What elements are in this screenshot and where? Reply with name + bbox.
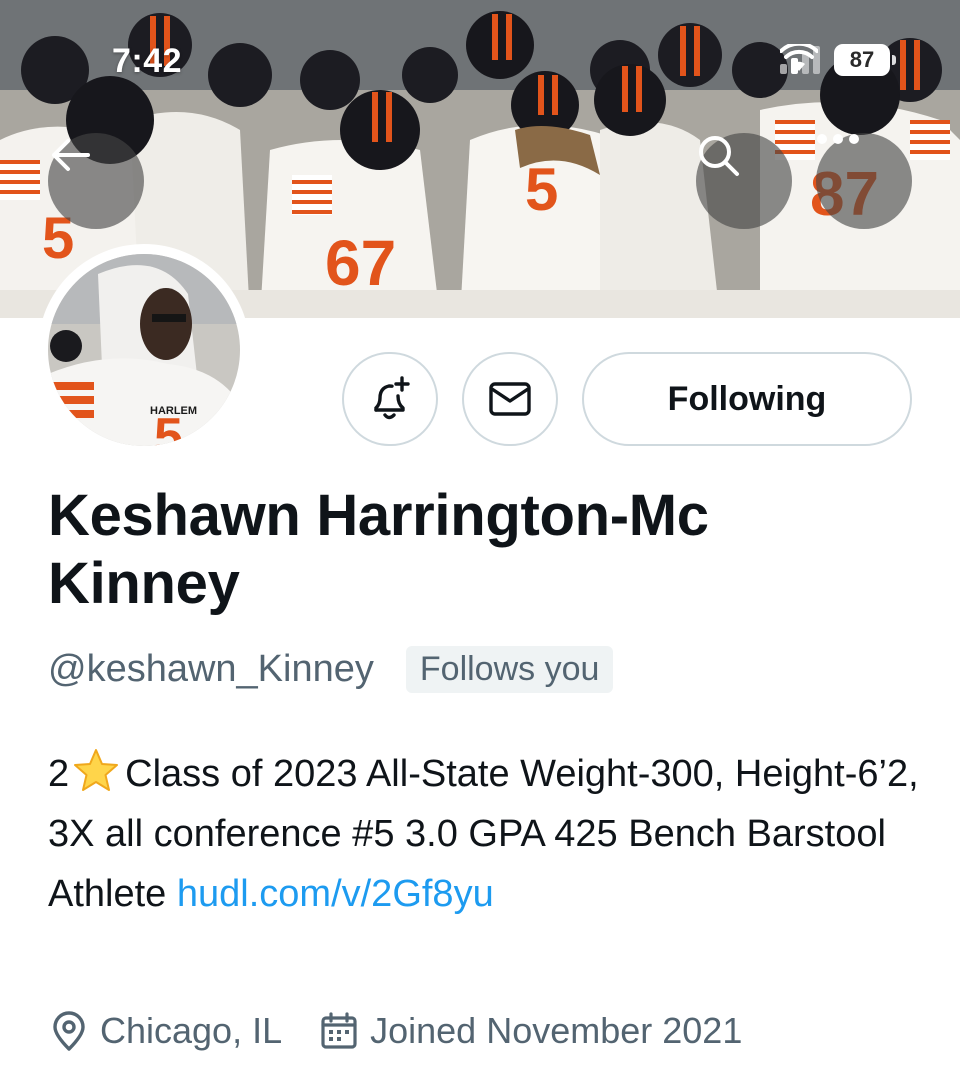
- location-item: Chicago, IL: [50, 1010, 282, 1052]
- svg-text:5: 5: [525, 156, 558, 223]
- message-button[interactable]: [462, 352, 558, 446]
- user-handle: @keshawn_Kinney: [48, 648, 374, 690]
- back-button[interactable]: [48, 133, 144, 229]
- display-name: Keshawn Harrington-Mc Kinney: [48, 483, 709, 616]
- mail-icon: [489, 382, 531, 416]
- joined-item: Joined November 2021: [320, 1010, 742, 1052]
- profile-meta: Chicago, IL Joined November 2021: [50, 1010, 780, 1052]
- notifications-button[interactable]: [342, 352, 438, 446]
- more-horizontal-icon: [817, 134, 859, 144]
- search-button[interactable]: [696, 133, 792, 229]
- following-button[interactable]: Following: [582, 352, 912, 446]
- calendar-icon: [321, 1012, 357, 1049]
- location-pin-icon: [53, 1011, 85, 1051]
- more-options-button[interactable]: [816, 133, 912, 229]
- follows-you-badge: Follows you: [405, 646, 614, 693]
- bell-plus-icon: [374, 376, 410, 420]
- status-time: 7:42: [112, 42, 183, 80]
- star-emoji-icon: [74, 749, 119, 791]
- profile-bio: 2 Class of 2023 All-State Weight-300, He…: [48, 744, 928, 924]
- bio-link[interactable]: hudl.com/v/2Gf8yu: [177, 873, 494, 915]
- location-text: Chicago, IL: [100, 1010, 283, 1051]
- status-indicators: 87: [780, 44, 896, 76]
- svg-text:67: 67: [325, 227, 396, 299]
- handle-row: @keshawn_Kinney Follows you: [48, 646, 614, 693]
- profile-avatar[interactable]: HARLEM 5: [38, 244, 250, 456]
- svg-text:5: 5: [154, 408, 183, 446]
- wifi-icon: [780, 44, 818, 71]
- arrow-left-icon: [52, 139, 90, 171]
- avatar-photo: HARLEM 5: [48, 254, 240, 446]
- bio-prefix: 2: [48, 753, 70, 795]
- battery-indicator: 87: [834, 44, 896, 76]
- search-icon: [699, 136, 739, 176]
- joined-date-text: Joined November 2021: [370, 1010, 743, 1051]
